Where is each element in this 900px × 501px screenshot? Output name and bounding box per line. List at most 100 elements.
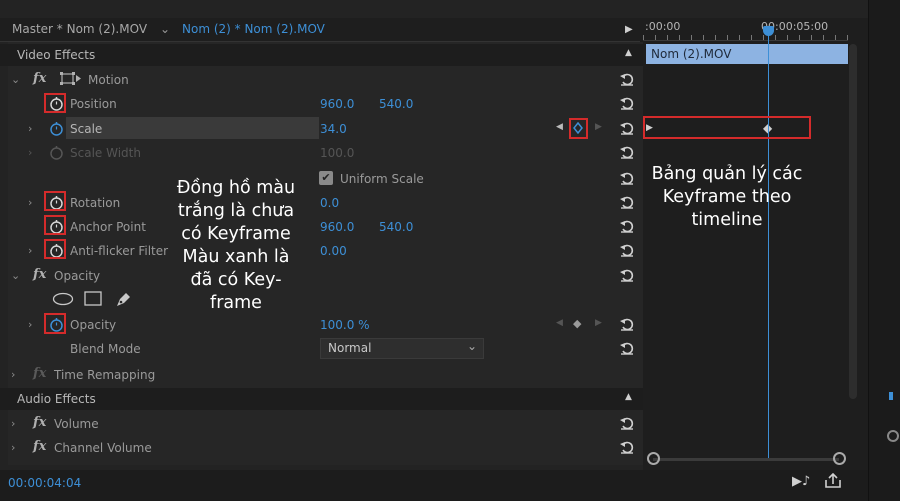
chevron-down-icon[interactable]: ⌄ xyxy=(11,73,20,86)
side-handle[interactable] xyxy=(887,430,899,442)
annotation-line: timeline xyxy=(691,210,763,230)
chevron-right-icon[interactable]: › xyxy=(28,244,32,257)
anchor-x-value[interactable]: 960.0 xyxy=(320,220,354,234)
anchor-point-row: Anchor Point 960.0 540.0 xyxy=(8,215,643,239)
anti-flicker-label: Anti-flicker Filter xyxy=(70,244,169,258)
highlight-box xyxy=(643,116,811,139)
time-ruler[interactable]: :00:00 00:00:05:00 xyxy=(643,18,848,40)
opacity-label: Opacity xyxy=(70,318,117,332)
tab-active-clip[interactable]: Nom (2) * Nom (2).MOV xyxy=(182,22,325,36)
anchor-y-value[interactable]: 540.0 xyxy=(379,220,413,234)
reset-icon[interactable] xyxy=(619,267,635,283)
chevron-right-icon[interactable]: › xyxy=(28,196,32,209)
reset-icon[interactable] xyxy=(619,340,635,356)
fx-icon[interactable]: fx xyxy=(33,267,46,282)
zoom-handle-right[interactable] xyxy=(833,452,846,465)
reset-icon[interactable] xyxy=(619,218,635,234)
next-keyframe-icon[interactable]: ▶ xyxy=(595,122,602,132)
audio-effects-label: Audio Effects xyxy=(17,392,96,406)
fx-icon[interactable]: fx xyxy=(33,439,46,454)
scale-width-row: › Scale Width 100.0 xyxy=(8,141,643,165)
reset-icon[interactable] xyxy=(619,415,635,431)
pen-mask-icon[interactable] xyxy=(114,290,134,308)
zoom-handle-left[interactable] xyxy=(647,452,660,465)
chevron-down-icon[interactable]: ⌄ xyxy=(160,22,170,36)
time-start-label: :00:00 xyxy=(645,20,681,33)
timecode-display[interactable]: 00:00:04:04 xyxy=(8,476,81,490)
blend-mode-select[interactable]: Normal ⌄ xyxy=(320,338,484,359)
opacity-row: › Opacity 100.0 % ◀ ◆ ▶ xyxy=(8,313,643,337)
blend-mode-row: Blend Mode Normal ⌄ xyxy=(8,337,643,361)
chevron-right-icon[interactable]: › xyxy=(11,441,15,454)
video-effects-header: Video Effects ▲ xyxy=(0,44,643,66)
fx-icon[interactable]: fx xyxy=(33,71,46,86)
highlight-box xyxy=(44,191,66,211)
reset-icon[interactable] xyxy=(619,194,635,210)
chevron-down-icon[interactable]: ⌄ xyxy=(11,269,20,282)
highlight-box xyxy=(44,239,66,259)
reset-icon[interactable] xyxy=(619,71,635,87)
scale-label: Scale xyxy=(70,122,103,136)
next-keyframe-icon[interactable]: ▶ xyxy=(595,318,602,328)
chevron-right-icon[interactable]: › xyxy=(28,318,32,331)
vertical-scrollbar[interactable] xyxy=(849,44,857,399)
highlight-box xyxy=(44,313,66,334)
clip-bar[interactable]: Nom (2).MOV xyxy=(646,44,848,64)
reset-icon[interactable] xyxy=(619,144,635,160)
uniform-scale-checkbox[interactable]: ✔ xyxy=(319,171,333,185)
mask-tools-row xyxy=(8,288,643,312)
collapse-up-icon[interactable]: ▲ xyxy=(625,48,632,58)
annotation-line: Màu xanh là xyxy=(182,247,290,267)
stopwatch-icon[interactable] xyxy=(49,121,64,136)
reset-icon[interactable] xyxy=(619,242,635,258)
side-indicator xyxy=(889,392,893,400)
rect-mask-icon[interactable] xyxy=(84,291,102,307)
collapse-up-icon[interactable]: ▲ xyxy=(625,392,632,402)
reset-icon[interactable] xyxy=(619,439,635,455)
play-only-icon[interactable]: ▶ xyxy=(625,24,633,35)
clip-name: Nom (2).MOV xyxy=(651,47,732,61)
ellipse-mask-icon[interactable] xyxy=(52,292,74,306)
scale-value[interactable]: 34.0 xyxy=(320,122,347,136)
chevron-right-icon[interactable]: › xyxy=(28,122,32,135)
play-audio-icon[interactable]: ▶♪ xyxy=(792,474,810,489)
audio-effects-header: Audio Effects ▲ xyxy=(0,388,643,410)
annotation-line: Đồng hồ màu xyxy=(176,178,296,198)
volume-label: Volume xyxy=(54,417,99,431)
uniform-scale-label: Uniform Scale xyxy=(340,172,424,186)
prev-keyframe-icon[interactable]: ◀ xyxy=(556,122,563,132)
prev-keyframe-icon[interactable]: ◀ xyxy=(556,318,563,328)
chevron-right-icon[interactable]: › xyxy=(11,417,15,430)
add-keyframe-icon[interactable]: ◆ xyxy=(573,317,581,330)
position-x-value[interactable]: 960.0 xyxy=(320,97,354,111)
time-remapping-row: › fx Time Remapping xyxy=(8,363,643,387)
annotation-line: Keyframe theo xyxy=(662,187,792,207)
chevron-right-icon[interactable]: › xyxy=(11,368,15,381)
reset-icon[interactable] xyxy=(619,316,635,332)
reset-icon[interactable] xyxy=(619,95,635,111)
fx-icon[interactable]: fx xyxy=(33,415,46,430)
reset-icon[interactable] xyxy=(619,170,635,186)
position-y-value[interactable]: 540.0 xyxy=(379,97,413,111)
footer-bar: 00:00:04:04 ▶♪ xyxy=(0,470,868,501)
tab-master[interactable]: Master * Nom (2).MOV xyxy=(12,22,147,36)
reset-icon[interactable] xyxy=(619,120,635,136)
scale-width-label: Scale Width xyxy=(70,146,141,160)
video-effects-label: Video Effects xyxy=(17,48,96,62)
opacity-value[interactable]: 100.0 % xyxy=(320,318,370,332)
anchor-point-label: Anchor Point xyxy=(70,220,146,234)
keyframe-timeline: :00:00 00:00:05:00 Nom (2).MOV ▶ ◆ xyxy=(643,18,868,470)
export-icon[interactable] xyxy=(824,473,842,489)
zoom-scrollbar[interactable] xyxy=(653,458,839,461)
opacity-group-label: Opacity xyxy=(54,269,101,283)
rotation-value[interactable]: 0.0 xyxy=(320,196,339,210)
position-row: Position 960.0 540.0 xyxy=(8,92,643,116)
keyframe-annotation: Bảng quản lý các Keyframe theo timeline xyxy=(643,163,811,232)
highlight-box xyxy=(569,118,588,139)
position-label: Position xyxy=(70,97,117,111)
motion-transform-icon[interactable] xyxy=(60,72,82,86)
playhead-line[interactable] xyxy=(768,26,769,458)
anti-flicker-value[interactable]: 0.00 xyxy=(320,244,347,258)
annotation-line: Bảng quản lý các xyxy=(651,164,803,184)
opacity-group-row: ⌄ fx Opacity xyxy=(8,264,643,288)
